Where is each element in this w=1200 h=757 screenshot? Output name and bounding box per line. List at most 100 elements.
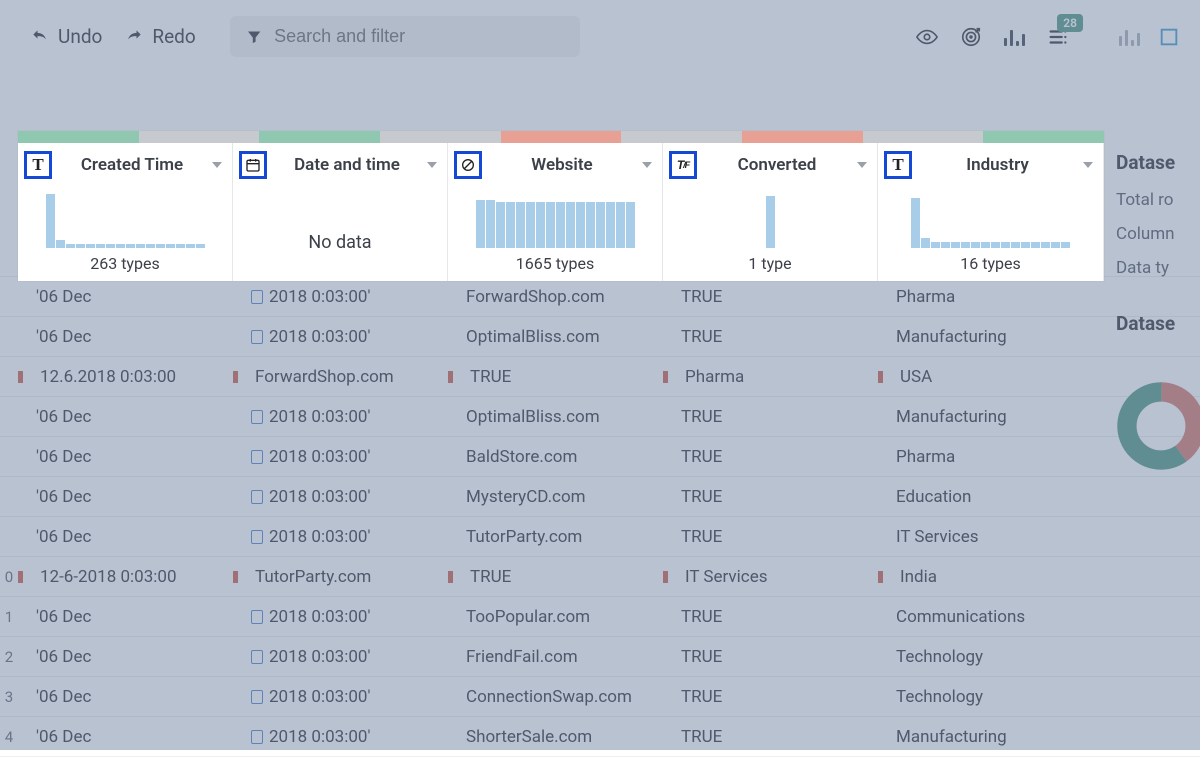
- cell-text: 2018 0:03:00': [269, 727, 370, 747]
- cell[interactable]: '06 Dec: [18, 487, 233, 507]
- cell[interactable]: TRUE: [663, 487, 878, 507]
- cell[interactable]: 2018 0:03:00': [233, 407, 448, 427]
- cell[interactable]: MysteryCD.com: [448, 487, 663, 507]
- chevron-down-icon[interactable]: [212, 162, 222, 168]
- cell[interactable]: Pharma: [878, 447, 1104, 467]
- cell[interactable]: Pharma: [878, 287, 1104, 307]
- cell[interactable]: Manufacturing: [878, 327, 1104, 347]
- cell[interactable]: '06 Dec: [18, 447, 233, 467]
- cell[interactable]: Communications: [878, 607, 1104, 627]
- table-row[interactable]: '06 Dec2018 0:03:00'ForwardShop.comTRUEP…: [0, 277, 1200, 317]
- undo-button[interactable]: Undo: [24, 21, 108, 52]
- page-icon: [251, 410, 263, 424]
- chevron-down-icon[interactable]: [857, 162, 867, 168]
- cell[interactable]: Manufacturing: [878, 407, 1104, 427]
- cell[interactable]: 2018 0:03:00': [233, 287, 448, 307]
- redo-button[interactable]: Redo: [118, 21, 201, 52]
- cell[interactable]: Education: [878, 487, 1104, 507]
- cell[interactable]: '06 Dec: [18, 327, 233, 347]
- table-row[interactable]: 12.6.2018 0:03:00ForwardShop.comTRUEPhar…: [0, 357, 1200, 397]
- col-head-created-time[interactable]: T Created Time: [18, 143, 233, 187]
- col-head-datetime[interactable]: Date and time: [233, 143, 448, 187]
- cell[interactable]: OptimalBliss.com: [448, 407, 663, 427]
- cell[interactable]: Manufacturing: [878, 727, 1104, 747]
- chart-button[interactable]: [1119, 28, 1140, 46]
- cell[interactable]: TRUE: [663, 327, 878, 347]
- col-head-converted[interactable]: T/F Converted: [663, 143, 878, 187]
- cell[interactable]: '06 Dec: [18, 647, 233, 667]
- cell[interactable]: BaldStore.com: [448, 447, 663, 467]
- cell[interactable]: TRUE: [663, 687, 878, 707]
- extra-button[interactable]: [1158, 26, 1180, 48]
- table-row[interactable]: '06 Dec2018 0:03:00' OptimalBliss.com TRUE…: [0, 397, 1200, 437]
- table-row[interactable]: '06 Dec2018 0:03:00'OptimalBliss.comTRUE…: [0, 317, 1200, 357]
- cell[interactable]: 2018 0:03:00': [233, 527, 448, 547]
- cell[interactable]: '06 Dec: [18, 407, 233, 427]
- cell[interactable]: Pharma: [663, 367, 878, 387]
- cell[interactable]: TRUE: [663, 287, 878, 307]
- cell[interactable]: USA: [878, 367, 1104, 387]
- chevron-down-icon[interactable]: [642, 162, 652, 168]
- cell[interactable]: Technology: [878, 687, 1104, 707]
- cell[interactable]: IT Services: [878, 527, 1104, 547]
- table-row[interactable]: 2'06 Dec2018 0:03:00'FriendFail.comTRUET…: [0, 637, 1200, 677]
- cell-text: '06 Dec: [36, 527, 91, 547]
- cell[interactable]: 12.6.2018 0:03:00: [18, 367, 233, 387]
- chevron-down-icon[interactable]: [427, 162, 437, 168]
- search-wrap[interactable]: [230, 16, 580, 57]
- col-head-industry[interactable]: T Industry: [878, 143, 1104, 187]
- table-row[interactable]: 012-6-2018 0:03:00TutorParty.comTRUEIT S…: [0, 557, 1200, 597]
- table-row[interactable]: '06 Dec2018 0:03:00'MysteryCD.comTRUEEdu…: [0, 477, 1200, 517]
- cell-text: OptimalBliss.com: [466, 407, 600, 427]
- table-row[interactable]: 4'06 Dec2018 0:03:00'ShorterSale.comTRUE…: [0, 717, 1200, 757]
- cell[interactable]: IT Services: [663, 567, 878, 587]
- cell[interactable]: ForwardShop.com: [233, 367, 448, 387]
- search-input[interactable]: [274, 26, 564, 47]
- cell[interactable]: ConnectionSwap.com: [448, 687, 663, 707]
- cell[interactable]: 2018 0:03:00': [233, 687, 448, 707]
- cell[interactable]: TRUE: [663, 647, 878, 667]
- cell[interactable]: OptimalBliss.com: [448, 327, 663, 347]
- cell-text: ConnectionSwap.com: [466, 687, 632, 707]
- cell[interactable]: '06 Dec: [18, 687, 233, 707]
- cell[interactable]: '06 Dec: [18, 607, 233, 627]
- cell[interactable]: India: [878, 567, 1104, 587]
- col-label: Industry: [920, 155, 1075, 175]
- cell-text: TRUE: [470, 567, 511, 587]
- cell[interactable]: '06 Dec: [18, 727, 233, 747]
- cell[interactable]: ShorterSale.com: [448, 727, 663, 747]
- table-row[interactable]: 3'06 Dec2018 0:03:00'ConnectionSwap.comT…: [0, 677, 1200, 717]
- cell[interactable]: TRUE: [663, 447, 878, 467]
- cell[interactable]: TRUE: [663, 407, 878, 427]
- table-row[interactable]: '06 Dec 2018 0:03:00'TutorParty.comTRUEIT…: [0, 517, 1200, 557]
- table-row[interactable]: 1'06 Dec2018 0:03:00'TooPopular.comTRUEC…: [0, 597, 1200, 637]
- col-head-website[interactable]: Website: [448, 143, 663, 187]
- cell[interactable]: TRUE: [448, 567, 663, 587]
- cell[interactable]: '06 Dec: [18, 527, 233, 547]
- table-row[interactable]: '06 Dec2018 0:03:00'BaldStore.comTRUEPha…: [0, 437, 1200, 477]
- cell[interactable]: 2018 0:03:00': [233, 647, 448, 667]
- cell[interactable]: ForwardShop.com: [448, 287, 663, 307]
- cell[interactable]: TutorParty.com: [448, 527, 663, 547]
- cell[interactable]: 12-6-2018 0:03:00: [18, 567, 233, 587]
- cell[interactable]: 2018 0:03:00': [233, 447, 448, 467]
- cell[interactable]: TRUE: [448, 367, 663, 387]
- cell[interactable]: 2018 0:03:00': [233, 607, 448, 627]
- cell-text: TRUE: [681, 607, 722, 627]
- cell[interactable]: FriendFail.com: [448, 647, 663, 667]
- target-button[interactable]: [960, 26, 982, 48]
- cell[interactable]: TRUE: [663, 727, 878, 747]
- cell[interactable]: 2018 0:03:00': [233, 327, 448, 347]
- chevron-down-icon[interactable]: [1083, 162, 1093, 168]
- cell[interactable]: '06 Dec: [18, 287, 233, 307]
- cell[interactable]: Technology: [878, 647, 1104, 667]
- cell[interactable]: TooPopular.com: [448, 607, 663, 627]
- cell[interactable]: 2018 0:03:00': [233, 727, 448, 747]
- list-button[interactable]: 28: [1047, 26, 1069, 48]
- cell[interactable]: TRUE: [663, 607, 878, 627]
- cell[interactable]: 2018 0:03:00': [233, 487, 448, 507]
- cell[interactable]: TutorParty.com: [233, 567, 448, 587]
- cell[interactable]: TRUE: [663, 527, 878, 547]
- stats-button[interactable]: [1004, 28, 1025, 46]
- visibility-button[interactable]: [916, 26, 938, 48]
